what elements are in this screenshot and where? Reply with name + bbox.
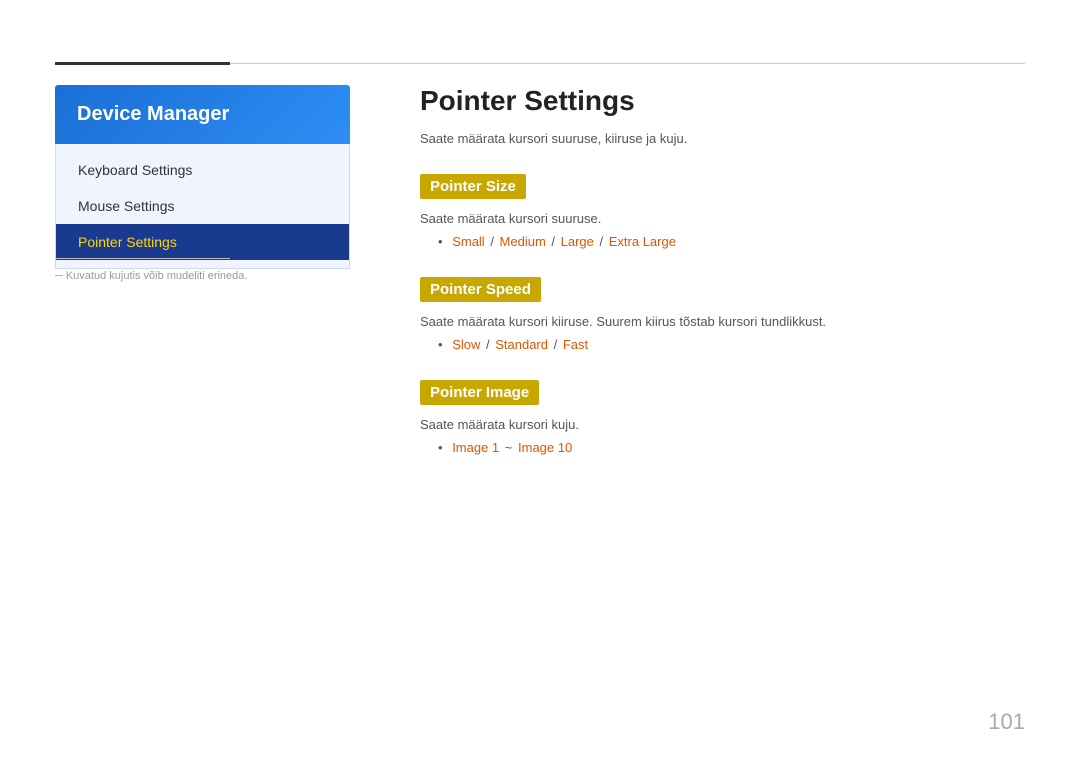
sep3: / [596,234,607,249]
section-options-pointer-speed: Slow / Standard / Fast [420,337,1025,352]
section-pointer-size: Pointer Size Saate määrata kursori suuru… [420,174,1025,249]
sep2: / [548,234,559,249]
sidebar-item-keyboard[interactable]: Keyboard Settings [56,152,349,188]
sidebar: Device Manager Keyboard Settings Mouse S… [55,85,350,269]
section-desc-pointer-speed: Saate määrata kursori kiiruse. Suurem ki… [420,314,1025,329]
section-title-pointer-image: Pointer Image [420,380,539,405]
sidebar-title: Device Manager [77,103,229,125]
sep1: / [487,234,498,249]
sidebar-menu: Keyboard Settings Mouse Settings Pointer… [55,144,350,269]
option-small[interactable]: Small [452,234,485,249]
section-pointer-speed: Pointer Speed Saate määrata kursori kiir… [420,277,1025,352]
option-image-10[interactable]: Image 10 [518,440,572,455]
footnote-divider [55,258,230,259]
option-image-1[interactable]: Image 1 [452,440,499,455]
section-options-pointer-size: Small / Medium / Large / Extra Large [420,234,1025,249]
footnote-text: ─ Kuvatud kujutis võib mudeliti erineda. [55,270,247,282]
page-number: 101 [988,709,1025,735]
top-line-dark [55,62,230,65]
option-large[interactable]: Large [561,234,594,249]
section-options-pointer-image: Image 1 ~ Image 10 [420,440,1025,455]
top-line-light [230,63,1025,64]
sidebar-header: Device Manager [55,85,350,144]
section-desc-pointer-image: Saate määrata kursori kuju. [420,417,1025,432]
option-standard[interactable]: Standard [495,337,548,352]
pointer-image-options: Image 1 ~ Image 10 [438,440,1025,455]
option-fast[interactable]: Fast [563,337,588,352]
page-title: Pointer Settings [420,85,1025,117]
section-title-pointer-speed: Pointer Speed [420,277,541,302]
sidebar-item-pointer[interactable]: Pointer Settings [56,224,349,260]
main-content: Pointer Settings Saate määrata kursori s… [420,85,1025,483]
sep4: / [482,337,493,352]
section-pointer-image: Pointer Image Saate määrata kursori kuju… [420,380,1025,455]
sep6: ~ [501,440,516,455]
pointer-size-options: Small / Medium / Large / Extra Large [438,234,1025,249]
page-subtitle: Saate määrata kursori suuruse, kiiruse j… [420,131,1025,146]
option-medium[interactable]: Medium [500,234,546,249]
top-decorative-lines [55,62,1025,65]
option-extra-large[interactable]: Extra Large [609,234,676,249]
option-slow[interactable]: Slow [452,337,480,352]
sep5: / [550,337,561,352]
pointer-speed-options: Slow / Standard / Fast [438,337,1025,352]
section-desc-pointer-size: Saate määrata kursori suuruse. [420,211,1025,226]
sidebar-item-mouse[interactable]: Mouse Settings [56,188,349,224]
section-title-pointer-size: Pointer Size [420,174,526,199]
